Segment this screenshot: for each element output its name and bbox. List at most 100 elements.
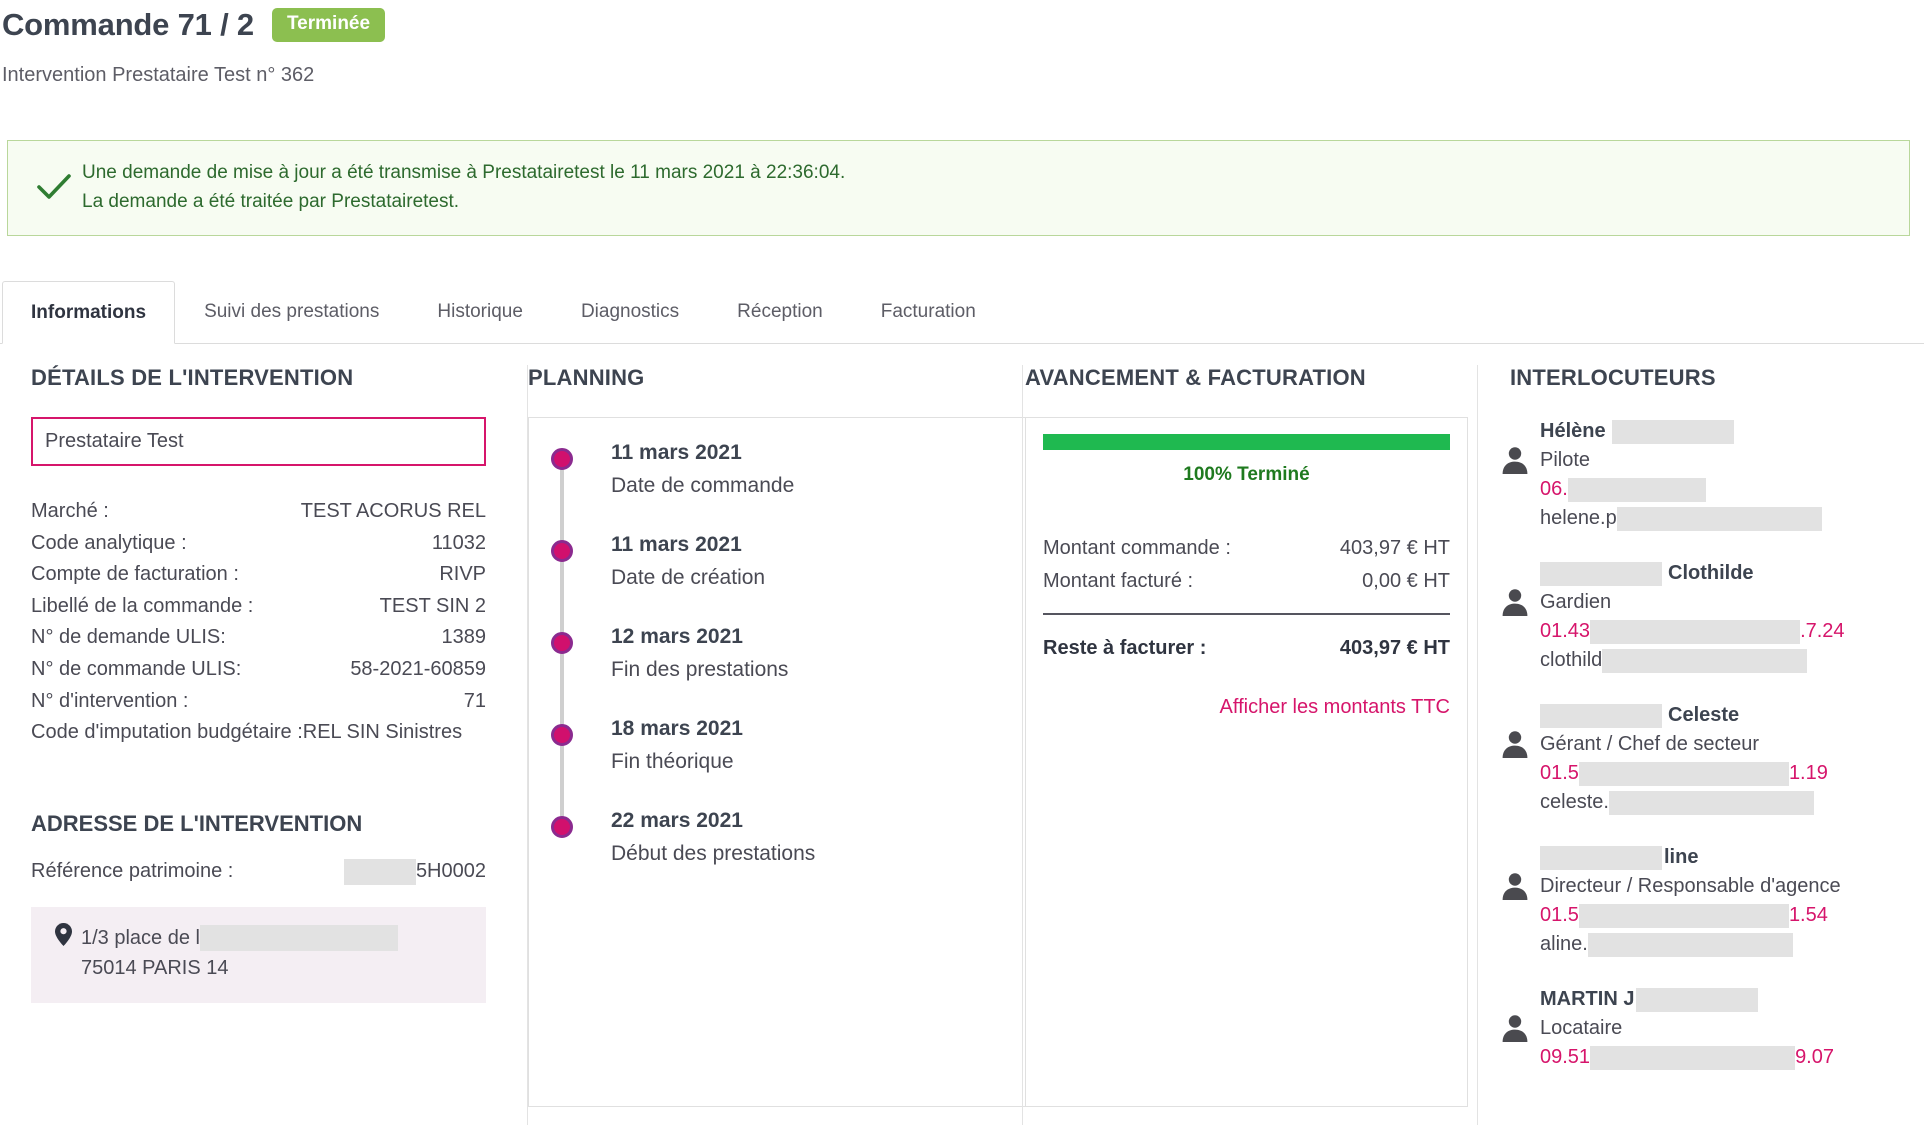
vendor-field[interactable]: Prestataire Test — [31, 417, 486, 466]
list-item: Celeste Gérant / Chef de secteur 01.5 1.1… — [1500, 701, 1924, 817]
row-key: Montant commande : — [1043, 537, 1231, 559]
person-phone: 09.51 9.07 — [1540, 1043, 1924, 1072]
person-email: celeste. — [1540, 788, 1924, 817]
row-key: Libellé de la commande : — [31, 594, 254, 617]
address-heading: ADRESSE DE L'INTERVENTION — [31, 810, 363, 836]
table-row: Libellé de la commande : TEST SIN 2 — [31, 591, 486, 623]
list-item: Hélène Pilote 06. helene.p — [1500, 417, 1924, 533]
person-icon — [1500, 871, 1530, 901]
people-list: Hélène Pilote 06. helene.p Clothilde Gar… — [1478, 417, 1924, 1072]
person-role: Pilote — [1540, 449, 1591, 471]
person-name-text: Clothilde — [1668, 562, 1754, 584]
person-email: clothild — [1540, 646, 1924, 675]
redaction-block — [1540, 703, 1662, 728]
row-key: Reste à facturer : — [1043, 637, 1207, 659]
person-phone-text: 01.43 — [1540, 620, 1591, 642]
row-value: 58-2021-60859 — [350, 657, 486, 680]
table-row: Montant commande : 403,97 € HT — [1043, 532, 1450, 565]
divider — [1043, 613, 1450, 615]
interlocuteurs-heading: INTERLOCUTEURS — [1510, 365, 1716, 390]
row-value: 403,97 € HT — [1339, 637, 1450, 659]
tab-suivi-des-prestations[interactable]: Suivi des prestations — [175, 281, 408, 343]
redaction-block — [1587, 932, 1793, 957]
person-icon — [1500, 587, 1530, 617]
address-card: 1/3 place de l 75014 PARIS 14 — [31, 906, 486, 1003]
patrimony-reference-value: 5H0002 — [415, 860, 486, 883]
alert-line-2: La demande a été traitée par Prestataire… — [82, 191, 460, 212]
interlocuteurs-column: INTERLOCUTEURS Hélène Pilote 06. helene.… — [1477, 365, 1924, 1125]
tab-reception[interactable]: Réception — [708, 281, 852, 343]
person-role: Gérant / Chef de secteur — [1540, 733, 1760, 755]
planning-column: PLANNING 11 mars 2021 Date de commande 1… — [527, 365, 1200, 1125]
row-value: RIVP — [439, 563, 486, 586]
tab-bar: Informations Suivi des prestations Histo… — [0, 281, 1924, 344]
tab-informations[interactable]: Informations — [2, 281, 176, 344]
table-row: Montant facturé : 0,00 € HT — [1043, 565, 1450, 598]
page-header: Commande 71 / 2 Terminée Intervention Pr… — [0, 0, 1924, 87]
table-row-total: Reste à facturer : 403,97 € HT — [1043, 632, 1450, 665]
tab-facturation[interactable]: Facturation — [852, 281, 1005, 343]
tab-diagnostics[interactable]: Diagnostics — [552, 281, 708, 343]
timeline-dot-icon — [551, 540, 573, 562]
address-street: 1/3 place de l — [81, 926, 200, 949]
redaction-block — [1578, 903, 1789, 928]
row-key: Compte de facturation : — [31, 563, 239, 586]
person-email: helene.p — [1540, 504, 1924, 533]
person-icon — [1500, 729, 1530, 759]
alert-message: Une demande de mise à jour a été transmi… — [82, 158, 845, 217]
person-role: Gardien — [1540, 591, 1612, 613]
table-row: N° de demande ULIS: 1389 — [31, 622, 486, 654]
row-value: 0,00 € HT — [1362, 570, 1450, 592]
person-role: Locataire — [1540, 1017, 1623, 1039]
title-row: Commande 71 / 2 Terminée — [0, 7, 1924, 42]
timeline-dot-icon — [551, 448, 573, 470]
details-column: DÉTAILS DE L'INTERVENTION Prestataire Te… — [0, 365, 527, 1125]
person-phone: 01.5 1.19 — [1540, 759, 1924, 788]
timeline-dot-icon — [551, 724, 573, 746]
person-email-text: helene.p — [1540, 507, 1617, 529]
person-phone-suffix: .7.24 — [1800, 620, 1845, 642]
list-item: Clothilde Gardien 01.43 .7.24 clothild — [1500, 559, 1924, 675]
person-email-text: clothild — [1540, 649, 1603, 671]
person-email: aline. — [1540, 930, 1924, 959]
address-street-line: 1/3 place de l — [81, 923, 468, 953]
redaction-block — [1602, 648, 1808, 673]
progress-label: 100% Terminé — [1183, 464, 1310, 485]
list-item: MARTIN J Locataire 09.51 9.07 — [1500, 985, 1924, 1072]
person-phone: 06. — [1540, 475, 1924, 504]
redaction-block — [1636, 987, 1759, 1012]
row-key: N° d'intervention : — [31, 689, 189, 712]
row-key: Montant facturé : — [1043, 570, 1194, 592]
table-row: N° de commande ULIS: 58-2021-60859 — [31, 654, 486, 686]
check-icon — [26, 173, 82, 201]
budget-code-row: Code d'imputation budgétaire :REL SIN Si… — [31, 721, 463, 744]
amounts-table: Montant commande : 403,97 € HT Montant f… — [1043, 532, 1450, 722]
redaction-block — [1540, 845, 1662, 870]
person-name-text: MARTIN J — [1540, 988, 1635, 1010]
map-pin-icon — [55, 922, 72, 955]
progress-bar-fill — [1043, 434, 1450, 450]
redaction-block — [1616, 506, 1822, 531]
person-name-text: Hélène — [1540, 420, 1606, 442]
table-row: Marché : TEST ACORUS REL — [31, 496, 486, 528]
details-table: Marché : TEST ACORUS REL Code analytique… — [31, 496, 486, 749]
progress-bar — [1043, 434, 1450, 450]
details-heading: DÉTAILS DE L'INTERVENTION — [31, 365, 354, 390]
show-ttc-link[interactable]: Afficher les montants TTC — [1043, 693, 1450, 722]
person-phone-suffix: 1.19 — [1788, 762, 1828, 784]
page-subtitle: Intervention Prestataire Test n° 362 — [2, 64, 315, 87]
person-phone-suffix: 9.07 — [1795, 1046, 1834, 1068]
row-key: N° de demande ULIS: — [31, 626, 226, 649]
patrimony-reference-row: Référence patrimoine : 5H0002 — [31, 858, 486, 885]
person-email-text: aline. — [1540, 933, 1588, 955]
person-name: MARTIN J — [1540, 985, 1924, 1014]
tab-historique[interactable]: Historique — [408, 281, 552, 343]
person-icon — [1500, 445, 1530, 475]
row-value: 71 — [463, 689, 486, 712]
row-value: 403,97 € HT — [1339, 537, 1450, 559]
avancement-heading: AVANCEMENT & FACTURATION — [1025, 365, 1366, 390]
page-root: Commande 71 / 2 Terminée Intervention Pr… — [0, 0, 1924, 1125]
person-phone-text: 06. — [1540, 478, 1568, 500]
success-alert: Une demande de mise à jour a été transmi… — [7, 140, 1910, 236]
person-email-text: celeste. — [1540, 791, 1609, 813]
